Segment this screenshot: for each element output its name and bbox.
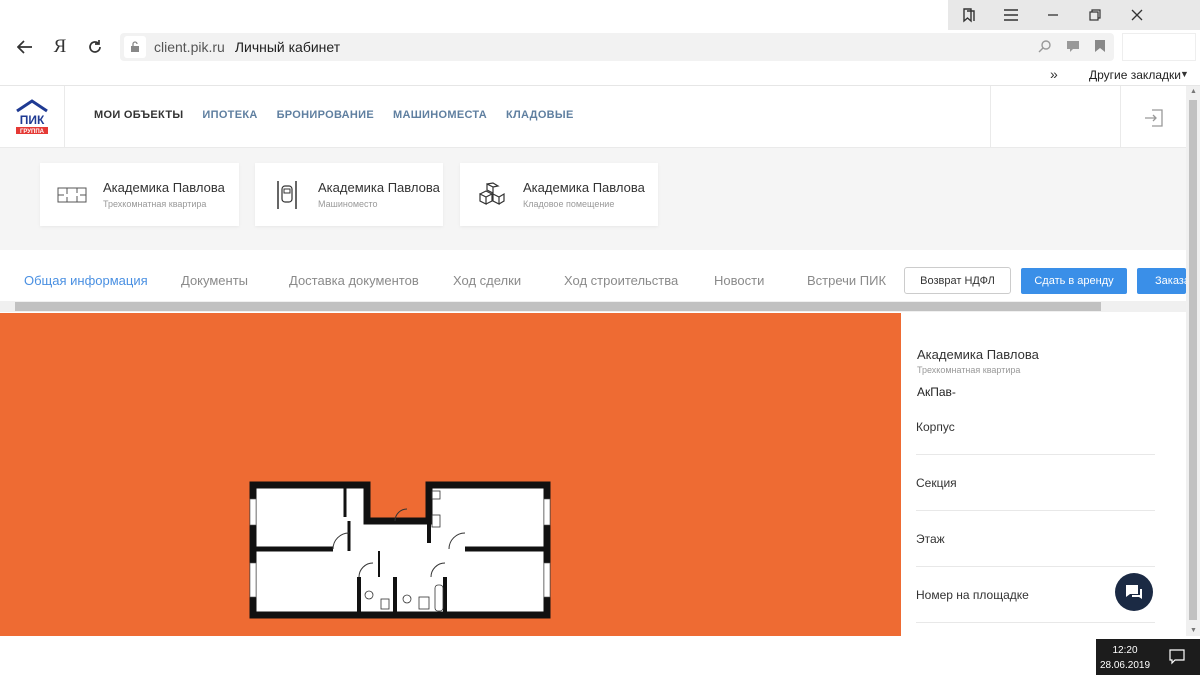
tab-pik-meetings[interactable]: Встречи ПИК	[807, 273, 886, 288]
object-subtitle: Трехкомнатная квартира	[103, 199, 207, 209]
object-subtitle: Кладовое помещение	[523, 199, 615, 209]
info-row-label: Этаж	[916, 532, 945, 546]
chat-icon	[1126, 585, 1142, 599]
header-divider	[1120, 86, 1121, 148]
pik-logo-icon: ПИК ГРУППА	[16, 99, 48, 135]
url-domain: client.pik.ru	[154, 39, 225, 55]
order-button[interactable]: Заказа	[1137, 268, 1186, 294]
notifications-icon[interactable]	[1154, 639, 1200, 675]
taskbar-clock[interactable]: 12:20 28.06.2019	[1096, 639, 1154, 675]
extension-field[interactable]	[1122, 33, 1196, 61]
other-bookmarks-link[interactable]: Другие закладки	[1089, 68, 1181, 82]
rent-out-button[interactable]: Сдать в аренду	[1021, 268, 1127, 294]
tab-deal-progress[interactable]: Ход сделки	[453, 273, 521, 288]
scroll-up-arrow-icon[interactable]: ▲	[1190, 88, 1197, 95]
restore-icon[interactable]	[1074, 0, 1116, 30]
bookmarks-bar: » Другие закладки ▼	[0, 64, 1200, 86]
nav-mortgage[interactable]: ИПОТЕКА	[202, 109, 257, 121]
object-title: Академика Павлова	[523, 180, 645, 195]
nav-booking[interactable]: БРОНИРОВАНИЕ	[277, 109, 374, 121]
yandex-logo-button[interactable]: Я	[47, 34, 73, 60]
objects-area: Академика Павлова Трехкомнатная квартира…	[0, 148, 1186, 250]
clock-date: 28.06.2019	[1099, 660, 1151, 671]
parking-icon	[263, 180, 311, 210]
pik-logo[interactable]: ПИК ГРУППА	[0, 86, 65, 148]
yandex-letter: Я	[53, 36, 67, 57]
reload-icon[interactable]	[82, 34, 108, 60]
info-object-code: АкПав-	[917, 385, 956, 399]
tab-news[interactable]: Новости	[714, 273, 764, 288]
tab-general-info[interactable]: Общая информация	[24, 273, 148, 288]
main-nav: МОИ ОБЪЕКТЫ ИПОТЕКА БРОНИРОВАНИЕ МАШИНОМ…	[94, 109, 574, 121]
object-title: Академика Павлова	[318, 180, 440, 195]
address-bar[interactable]: client.pik.ru Личный кабинет	[120, 33, 1114, 61]
chevron-down-icon[interactable]: ▼	[1180, 69, 1189, 79]
horizontal-scrollbar[interactable]	[0, 301, 1186, 312]
info-row-building: Корпус	[916, 399, 1155, 455]
tab-construction-progress[interactable]: Ход строительства	[564, 273, 678, 288]
ndfl-refund-button[interactable]: Возврат НДФЛ	[904, 267, 1011, 294]
minimize-icon[interactable]	[1032, 0, 1074, 30]
info-row-floor: Этаж	[916, 511, 1155, 567]
clock-time: 12:20	[1112, 645, 1138, 656]
tab-document-delivery[interactable]: Доставка документов	[289, 273, 419, 288]
bookmarks-manager-icon[interactable]	[948, 0, 990, 30]
info-row-label: Секция	[916, 476, 957, 490]
window-controls	[948, 0, 1200, 30]
search-icon[interactable]	[1038, 39, 1052, 58]
info-row-section: Секция	[916, 455, 1155, 511]
close-window-icon[interactable]	[1116, 0, 1158, 30]
menu-icon[interactable]	[990, 0, 1032, 30]
tabs-bar: Общая информация Документы Доставка доку…	[0, 262, 1186, 300]
apartment-plan-icon	[48, 187, 96, 203]
browser-toolbar: Я client.pik.ru Личный кабинет	[0, 30, 1200, 64]
bookmark-icon[interactable]	[1094, 39, 1106, 58]
header-divider	[990, 86, 991, 148]
logo-sub-text: ГРУППА	[20, 129, 45, 135]
info-title: Академика Павлова	[917, 347, 1039, 362]
floor-plan-image	[249, 481, 551, 619]
scroll-down-arrow-icon[interactable]: ▼	[1190, 627, 1197, 634]
chat-button[interactable]	[1115, 573, 1153, 611]
nav-storage[interactable]: КЛАДОВЫЕ	[506, 109, 574, 121]
reader-mode-icon[interactable]	[1066, 39, 1080, 58]
object-subtitle: Машиноместо	[318, 199, 378, 209]
vertical-scrollbar[interactable]: ▲ ▼	[1186, 86, 1200, 636]
object-title: Академика Павлова	[103, 180, 225, 195]
info-row-label: Корпус	[916, 420, 955, 434]
horizontal-scroll-thumb[interactable]	[15, 302, 1101, 311]
boxes-icon	[468, 181, 516, 208]
logout-icon[interactable]	[1140, 104, 1168, 132]
taskbar: 12:20 28.06.2019	[0, 637, 1200, 675]
object-card-storage[interactable]: Академика Павлова Кладовое помещение	[460, 163, 658, 226]
vertical-scroll-thumb[interactable]	[1189, 100, 1197, 620]
object-card-apartment[interactable]: Академика Павлова Трехкомнатная квартира	[40, 163, 239, 226]
logo-text: ПИК	[20, 113, 45, 127]
tab-documents[interactable]: Документы	[181, 273, 248, 288]
more-bookmarks-chevron[interactable]: »	[1050, 66, 1058, 82]
floor-plan-area	[0, 313, 901, 636]
object-card-parking[interactable]: Академика Павлова Машиноместо	[255, 163, 443, 226]
url-page-title: Личный кабинет	[234, 39, 341, 55]
info-subtitle: Трехкомнатная квартира	[917, 365, 1021, 375]
nav-parking[interactable]: МАШИНОМЕСТА	[393, 109, 487, 121]
back-arrow-icon[interactable]	[12, 34, 38, 60]
nav-my-objects[interactable]: МОИ ОБЪЕКТЫ	[94, 109, 183, 121]
lock-icon[interactable]	[124, 36, 146, 58]
site-header: ПИК ГРУППА МОИ ОБЪЕКТЫ ИПОТЕКА БРОНИРОВА…	[0, 86, 1186, 148]
info-row-label: Номер на площадке	[916, 588, 1029, 602]
